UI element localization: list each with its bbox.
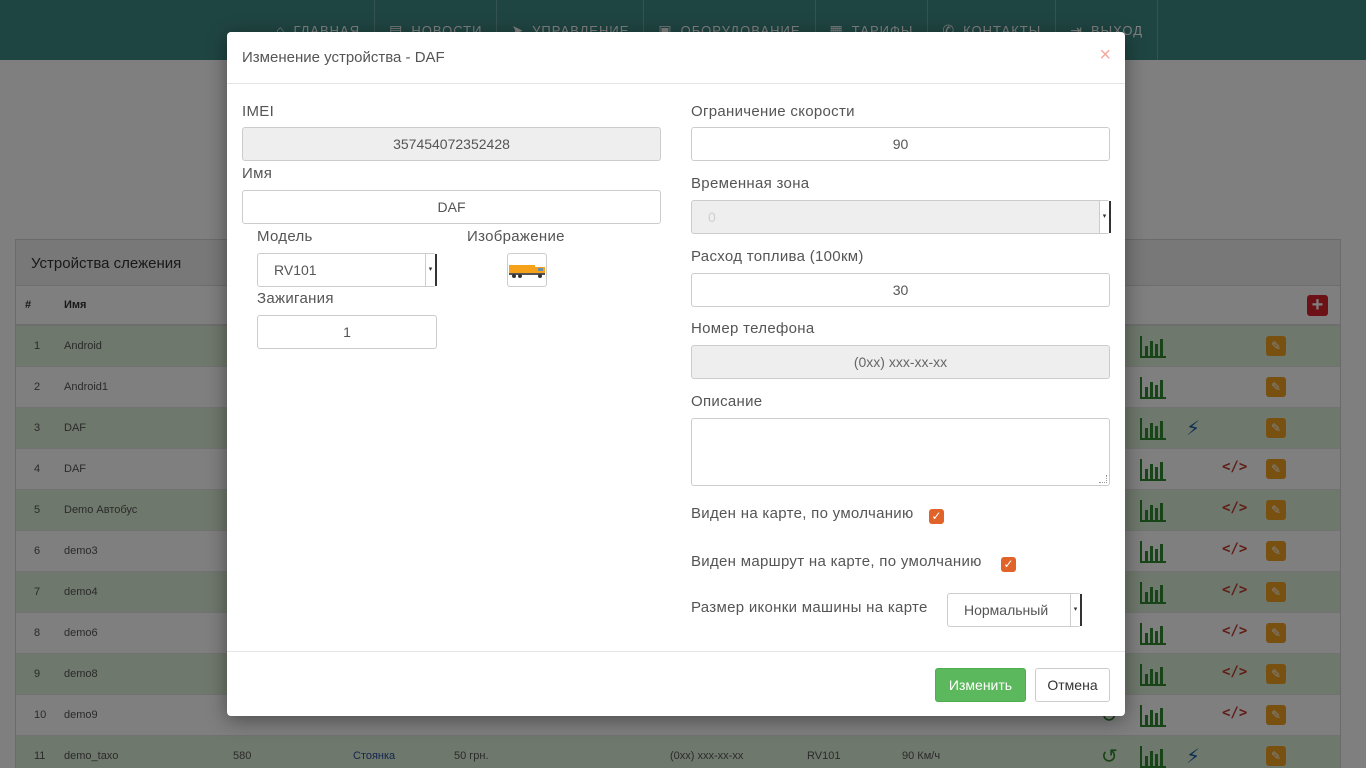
- phone-field[interactable]: (0xx) xxx-xx-xx: [691, 345, 1110, 379]
- modal-header: Изменение устройства - DAF ×: [227, 32, 1125, 84]
- vehicle-image-button[interactable]: [507, 253, 547, 287]
- fuel-label: Расход топлива (100км): [691, 248, 864, 265]
- close-icon[interactable]: ×: [1099, 45, 1111, 65]
- save-button[interactable]: Изменить: [935, 668, 1026, 702]
- model-select[interactable]: RV101 ▾: [257, 253, 437, 287]
- icon-size-select[interactable]: Нормальный ▾: [947, 593, 1082, 627]
- cancel-button[interactable]: Отмена: [1035, 668, 1110, 702]
- resize-grip-icon[interactable]: [1099, 475, 1107, 483]
- description-label: Описание: [691, 393, 763, 410]
- image-label: Изображение: [467, 228, 565, 245]
- speed-limit-label: Ограничение скорости: [691, 103, 855, 120]
- ignition-label: Зажигания: [257, 290, 334, 307]
- timezone-select[interactable]: 0 ▾: [691, 200, 1111, 234]
- timezone-label: Временная зона: [691, 175, 810, 192]
- speed-limit-field[interactable]: 90: [691, 127, 1110, 161]
- chevron-down-icon: ▾: [1099, 201, 1111, 233]
- edit-device-modal: Изменение устройства - DAF × IMEI 357454…: [227, 32, 1125, 716]
- visible-on-map-checkbox[interactable]: ✓: [929, 509, 944, 524]
- model-label: Модель: [257, 228, 313, 245]
- truck-icon: [509, 265, 545, 278]
- icon-size-label: Размер иконки машины на карте: [691, 599, 928, 616]
- modal-footer: Изменить Отмена: [227, 651, 1125, 716]
- chevron-down-icon: ▾: [425, 254, 437, 286]
- icon-size-select-value: Нормальный: [964, 602, 1049, 618]
- imei-label: IMEI: [242, 103, 275, 120]
- description-textarea[interactable]: [691, 418, 1110, 486]
- fuel-field[interactable]: 30: [691, 273, 1110, 307]
- phone-label: Номер телефона: [691, 320, 815, 337]
- ignition-field[interactable]: 1: [257, 315, 437, 349]
- route-visible-label: Виден маршрут на карте, по умолчанию: [691, 553, 982, 570]
- model-select-value: RV101: [274, 262, 317, 278]
- check-icon: ✓: [1003, 557, 1014, 571]
- visible-on-map-label: Виден на карте, по умолчанию: [691, 505, 914, 522]
- imei-field[interactable]: 357454072352428: [242, 127, 661, 161]
- name-label: Имя: [242, 165, 273, 182]
- check-icon: ✓: [931, 509, 942, 523]
- name-field[interactable]: DAF: [242, 190, 661, 224]
- route-visible-checkbox[interactable]: ✓: [1001, 557, 1016, 572]
- chevron-down-icon: ▾: [1070, 594, 1082, 626]
- timezone-select-value: 0: [708, 209, 716, 225]
- modal-title: Изменение устройства - DAF: [242, 49, 445, 66]
